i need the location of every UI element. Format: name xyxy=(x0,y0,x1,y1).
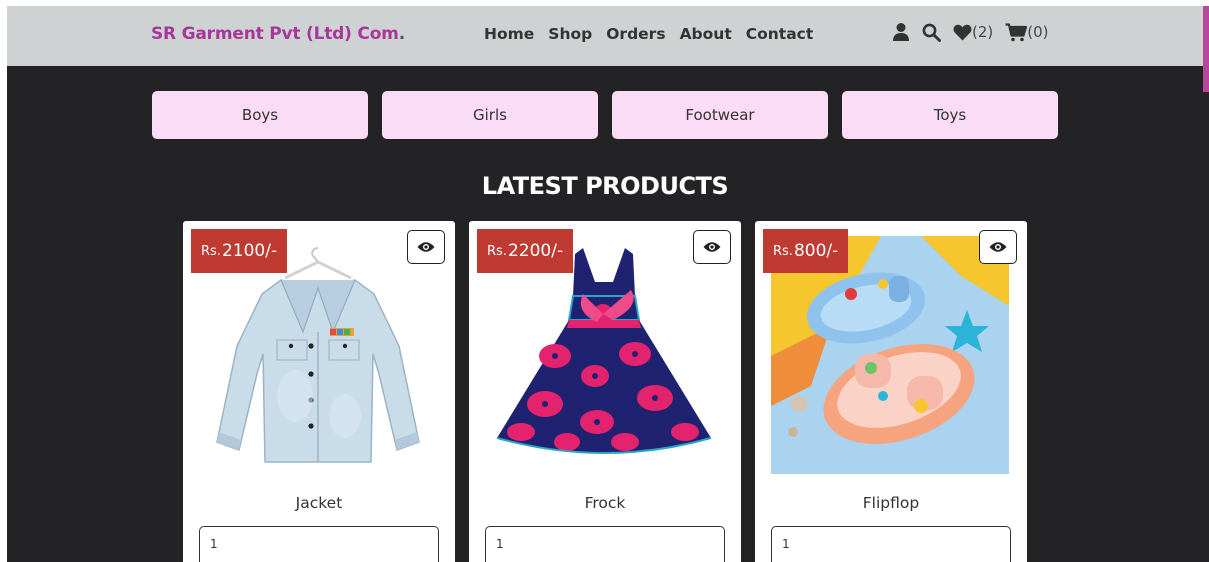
category-footwear-button[interactable]: Footwear xyxy=(612,91,828,139)
category-bar: Boys Girls Footwear Toys xyxy=(152,91,1058,139)
nav-home-link[interactable]: Home xyxy=(484,25,534,43)
eye-icon xyxy=(703,242,721,252)
quantity-input[interactable]: 1 xyxy=(771,526,1011,562)
nav-orders-link[interactable]: Orders xyxy=(606,25,665,43)
nav-links: Home Shop Orders About Contact xyxy=(484,25,827,43)
category-toys-button[interactable]: Toys xyxy=(842,91,1058,139)
user-icon[interactable] xyxy=(892,22,910,42)
search-icon[interactable] xyxy=(922,23,941,42)
cart-icon xyxy=(1005,22,1028,41)
page-frame: SR Garment Pvt (Ltd) Com. Home Shop Orde… xyxy=(7,6,1209,562)
heart-icon xyxy=(953,24,972,40)
navbar: SR Garment Pvt (Ltd) Com. Home Shop Orde… xyxy=(7,6,1203,66)
wishlist-button[interactable]: (2) xyxy=(953,23,993,41)
product-card-frock: Rs. 2200/- Frock 1 xyxy=(469,221,741,562)
product-card-flipflop: Rs. 800/- Flipflop 1 xyxy=(755,221,1027,562)
quick-view-button[interactable] xyxy=(407,230,445,264)
quantity-input[interactable]: 1 xyxy=(485,526,725,562)
product-name: Flipflop xyxy=(862,494,920,512)
price-tag: Rs. 2100/- xyxy=(191,229,288,273)
brand-logo[interactable]: SR Garment Pvt (Ltd) Com. xyxy=(151,24,405,44)
product-name: Jacket xyxy=(295,494,343,512)
product-card-jacket: Rs. 2100/- Jacket 1 xyxy=(183,221,455,562)
price-tag: Rs. 800/- xyxy=(763,229,849,273)
quick-view-button[interactable] xyxy=(693,230,731,264)
quantity-input[interactable]: 1 xyxy=(199,526,439,562)
section-title: LATEST PRODUCTS xyxy=(481,172,729,200)
nav-icons: (2) (0) xyxy=(892,22,1061,42)
wishlist-count: (2) xyxy=(972,23,994,41)
nav-about-link[interactable]: About xyxy=(680,25,732,43)
category-boys-button[interactable]: Boys xyxy=(152,91,368,139)
product-name: Frock xyxy=(584,494,626,512)
cart-button[interactable]: (0) xyxy=(1005,22,1049,42)
category-girls-button[interactable]: Girls xyxy=(382,91,598,139)
eye-icon xyxy=(989,242,1007,252)
eye-icon xyxy=(417,242,435,252)
nav-accent-bar xyxy=(1203,6,1209,92)
quick-view-button[interactable] xyxy=(979,230,1017,264)
nav-shop-link[interactable]: Shop xyxy=(548,25,592,43)
cart-count: (0) xyxy=(1027,23,1049,41)
nav-contact-link[interactable]: Contact xyxy=(746,25,814,43)
price-tag: Rs. 2200/- xyxy=(477,229,574,273)
